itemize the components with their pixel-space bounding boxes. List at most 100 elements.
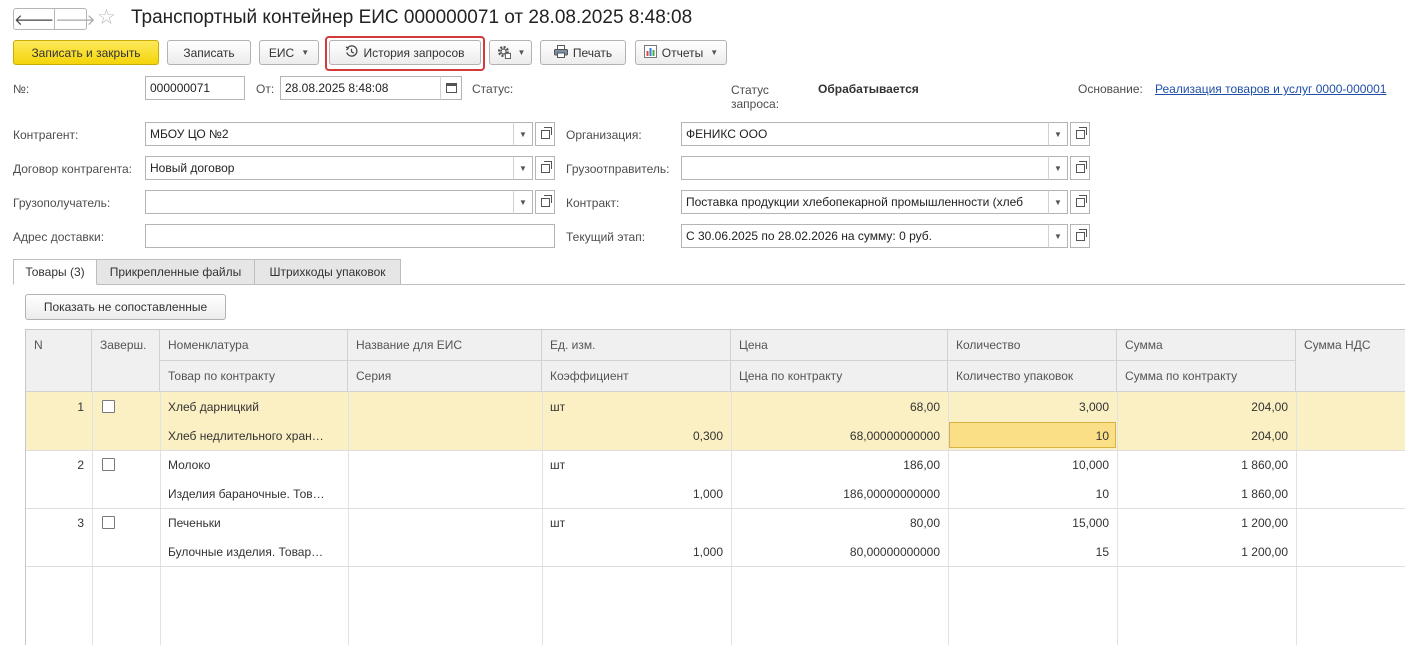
col-header-n[interactable]: N xyxy=(26,330,92,392)
eis-label: ЕИС xyxy=(268,45,295,60)
col-header-pack-qty[interactable]: Количество упаковок xyxy=(948,361,1117,392)
open-form-button[interactable] xyxy=(535,122,555,146)
eis-menu-button[interactable]: ЕИС ▼ xyxy=(259,40,319,65)
open-form-button[interactable] xyxy=(535,156,555,180)
col-header-coef[interactable]: Коэффициент xyxy=(542,361,731,392)
chevron-down-icon[interactable]: ▼ xyxy=(1048,156,1068,180)
open-window-icon xyxy=(1075,194,1087,207)
show-unmatched-button[interactable]: Показать не сопоставленные xyxy=(25,294,226,320)
settings-menu-button[interactable]: ▼ xyxy=(489,40,532,65)
row-1-coef[interactable]: 0,300 xyxy=(542,421,731,450)
row-2-contract-sum[interactable]: 1 860,00 xyxy=(1117,479,1296,508)
open-form-button[interactable] xyxy=(1070,224,1090,248)
tab-package-barcodes[interactable]: Штрихкоды упаковок xyxy=(254,259,401,285)
number-field[interactable]: 000000071 xyxy=(145,76,245,100)
basis-link[interactable]: Реализация товаров и услуг 0000-000001 xyxy=(1155,82,1386,96)
open-form-button[interactable] xyxy=(535,190,555,214)
save-button[interactable]: Записать xyxy=(167,40,251,65)
tab-goods[interactable]: Товары (3) xyxy=(13,259,97,285)
row-3-contract-item[interactable]: Булочные изделия. Товар… xyxy=(160,537,348,566)
row-3-pack-qty[interactable]: 15 xyxy=(948,537,1117,566)
open-form-button[interactable] xyxy=(1070,156,1090,180)
row-1-contract-sum[interactable]: 204,00 xyxy=(1117,421,1296,450)
chevron-down-icon[interactable]: ▼ xyxy=(1048,122,1068,146)
col-header-done[interactable]: Заверш. xyxy=(92,330,160,392)
row-2-contract-price[interactable]: 186,00000000000 xyxy=(731,479,948,508)
shipper-field[interactable] xyxy=(681,156,1048,180)
row-2-done-checkbox[interactable] xyxy=(102,458,115,471)
request-status-label: Статус запроса: xyxy=(731,83,779,111)
row-1-nomenclature[interactable]: Хлеб дарницкий xyxy=(160,392,348,421)
row-3-sum[interactable]: 1 200,00 xyxy=(1117,508,1296,537)
row-1-eis-name[interactable] xyxy=(348,392,542,421)
col-header-sum[interactable]: Сумма xyxy=(1117,330,1296,361)
counterparty-field[interactable]: МБОУ ЦО №2 xyxy=(145,122,513,146)
request-history-button[interactable]: История запросов xyxy=(329,40,481,65)
row-1-pack-qty[interactable]: 10 xyxy=(948,421,1117,450)
row-1-unit[interactable]: шт xyxy=(542,392,731,421)
row-3-contract-sum[interactable]: 1 200,00 xyxy=(1117,537,1296,566)
open-form-button[interactable] xyxy=(1070,190,1090,214)
row-1-sum[interactable]: 204,00 xyxy=(1117,392,1296,421)
row-2-pack-qty[interactable]: 10 xyxy=(948,479,1117,508)
row-1-contract-price[interactable]: 68,00000000000 xyxy=(731,421,948,450)
print-button[interactable]: Печать xyxy=(540,40,626,65)
row-2-eis-name[interactable] xyxy=(348,450,542,479)
col-header-unit[interactable]: Ед. изм. xyxy=(542,330,731,361)
stage-field[interactable]: С 30.06.2025 по 28.02.2026 на сумму: 0 р… xyxy=(681,224,1048,248)
col-header-contract-price[interactable]: Цена по контракту xyxy=(731,361,948,392)
row-2-coef[interactable]: 1,000 xyxy=(542,479,731,508)
row-2-qty[interactable]: 10,000 xyxy=(948,450,1117,479)
row-3-coef[interactable]: 1,000 xyxy=(542,537,731,566)
tab-attached-files[interactable]: Прикрепленные файлы xyxy=(96,259,255,285)
shipper-label: Грузоотправитель: xyxy=(566,162,670,176)
date-field[interactable]: 28.08.2025 8:48:08 xyxy=(280,76,440,100)
contract-cp-label: Договор контрагента: xyxy=(13,162,132,176)
favorite-star-icon[interactable]: ☆ xyxy=(97,6,116,30)
open-form-button[interactable] xyxy=(1070,122,1090,146)
col-header-series[interactable]: Серия xyxy=(348,361,542,392)
calendar-button[interactable] xyxy=(440,76,462,100)
row-3-qty[interactable]: 15,000 xyxy=(948,508,1117,537)
contract-field[interactable]: Поставка продукции хлебопекарной промышл… xyxy=(681,190,1048,214)
row-3-price[interactable]: 80,00 xyxy=(731,508,948,537)
row-3-done-checkbox[interactable] xyxy=(102,516,115,529)
row-2-contract-item[interactable]: Изделия бараночные. Тов… xyxy=(160,479,348,508)
row-3-nomenclature[interactable]: Печеньки xyxy=(160,508,348,537)
col-header-price[interactable]: Цена xyxy=(731,330,948,361)
row-2-series[interactable] xyxy=(348,479,542,508)
chevron-down-icon[interactable]: ▼ xyxy=(1048,224,1068,248)
reports-menu-button[interactable]: Отчеты ▼ xyxy=(635,40,727,65)
consignee-field[interactable] xyxy=(145,190,513,214)
col-header-eis-name[interactable]: Название для ЕИС xyxy=(348,330,542,361)
row-2-nomenclature[interactable]: Молоко xyxy=(160,450,348,479)
org-field[interactable]: ФЕНИКС ООО xyxy=(681,122,1048,146)
delivery-address-field[interactable] xyxy=(145,224,555,248)
save-and-close-button[interactable]: Записать и закрыть xyxy=(13,40,159,65)
row-1-price[interactable]: 68,00 xyxy=(731,392,948,421)
forward-arrow-icon[interactable]: 🡒 xyxy=(54,9,95,29)
back-arrow-icon[interactable]: 🡐 xyxy=(14,9,54,29)
row-3-unit[interactable]: шт xyxy=(542,508,731,537)
row-1-contract-item[interactable]: Хлеб недлительного хран… xyxy=(160,421,348,450)
col-header-contract-sum[interactable]: Сумма по контракту xyxy=(1117,361,1296,392)
chevron-down-icon[interactable]: ▼ xyxy=(513,156,533,180)
row-1-qty[interactable]: 3,000 xyxy=(948,392,1117,421)
row-1-done-checkbox[interactable] xyxy=(102,400,115,413)
col-header-vat[interactable]: Сумма НДС xyxy=(1296,330,1405,392)
row-2-unit[interactable]: шт xyxy=(542,450,731,479)
contract-cp-field[interactable]: Новый договор xyxy=(145,156,513,180)
row-1-series[interactable] xyxy=(348,421,542,450)
row-3-eis-name[interactable] xyxy=(348,508,542,537)
row-2-sum[interactable]: 1 860,00 xyxy=(1117,450,1296,479)
col-header-qty[interactable]: Количество xyxy=(948,330,1117,361)
row-2-price[interactable]: 186,00 xyxy=(731,450,948,479)
chevron-down-icon[interactable]: ▼ xyxy=(513,122,533,146)
row-3-contract-price[interactable]: 80,00000000000 xyxy=(731,537,948,566)
row-3-series[interactable] xyxy=(348,537,542,566)
chevron-down-icon[interactable]: ▼ xyxy=(1048,190,1068,214)
col-header-contract-item[interactable]: Товар по контракту xyxy=(160,361,348,392)
chevron-down-icon[interactable]: ▼ xyxy=(513,190,533,214)
stage-combo: С 30.06.2025 по 28.02.2026 на сумму: 0 р… xyxy=(681,224,1090,248)
col-header-nomenclature[interactable]: Номенклатура xyxy=(160,330,348,361)
